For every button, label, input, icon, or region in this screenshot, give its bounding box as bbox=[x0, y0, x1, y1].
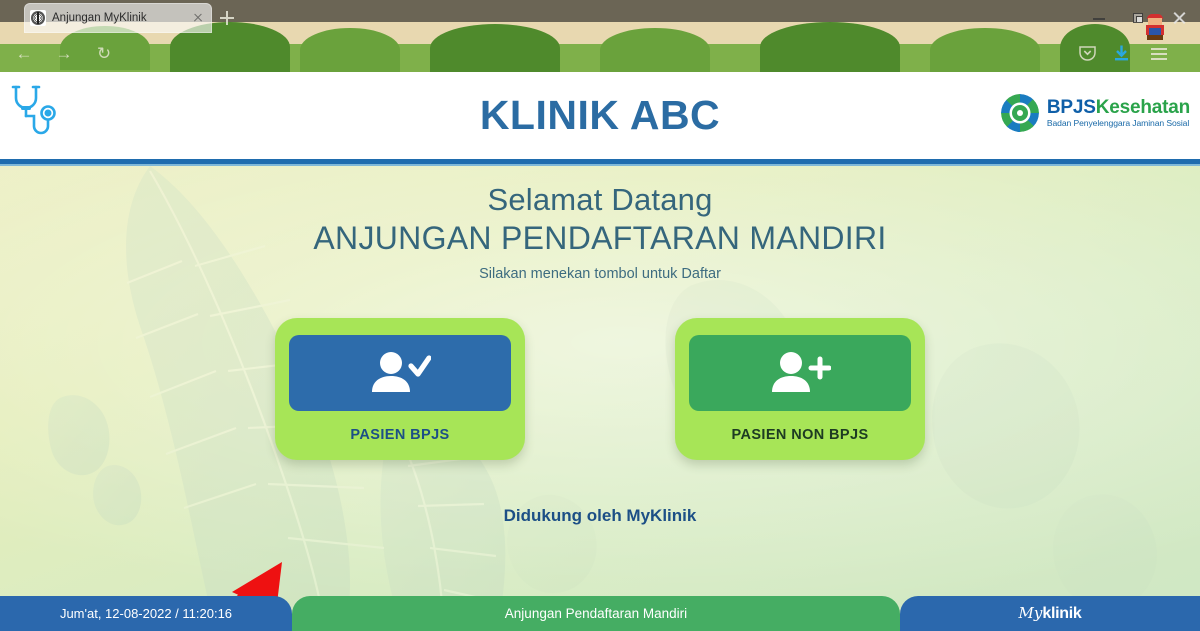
page-viewport: KLINIK ABC BPJSKesehatan Badan Penyeleng… bbox=[0, 72, 1200, 631]
back-glyph: ← bbox=[15, 44, 33, 63]
browser-tab[interactable]: Anjungan MyKlinik bbox=[24, 3, 212, 33]
bpjs-name-primary: BPJS bbox=[1046, 97, 1096, 119]
main-stage: Selamat Datang ANJUNGAN PENDAFTARAN MAND… bbox=[0, 166, 1200, 631]
card-label-bpjs: PASIEN BPJS bbox=[350, 427, 450, 443]
close-window-icon[interactable] bbox=[1170, 10, 1188, 26]
favicon-icon bbox=[30, 10, 46, 26]
myklinik-logo-script: My bbox=[1018, 604, 1043, 622]
footer-center-label: Anjungan Pendaftaran Mandiri bbox=[292, 596, 900, 631]
footer-brand: Myklinik bbox=[900, 596, 1200, 631]
tab-title: Anjungan MyKlinik bbox=[52, 12, 147, 24]
browser-window: Anjungan MyKlinik ← → ↻ KLINIK ABC BPJSK… bbox=[0, 0, 1200, 631]
header-divider bbox=[0, 159, 1200, 166]
registration-cards: PASIEN BPJS PASIEN NON BPJS bbox=[0, 318, 1200, 460]
forward-icon[interactable]: → bbox=[54, 44, 74, 64]
downloads-icon[interactable] bbox=[1112, 44, 1134, 64]
hamburger-menu-icon[interactable] bbox=[1148, 44, 1170, 64]
bpjs-name-secondary: Kesehatan bbox=[1095, 97, 1190, 119]
desktop-background: Anjungan MyKlinik ← → ↻ KLINIK ABC BPJSK… bbox=[0, 0, 1200, 631]
back-icon[interactable]: ← bbox=[14, 44, 34, 64]
card-pasien-bpjs[interactable]: PASIEN BPJS bbox=[275, 318, 525, 460]
bpjs-mark-icon bbox=[1000, 94, 1039, 132]
minimize-icon[interactable] bbox=[1090, 10, 1108, 26]
supported-by-text: Didukung oleh MyKlinik bbox=[503, 506, 697, 525]
card-icon-panel-bpjs[interactable] bbox=[289, 335, 511, 411]
welcome-block: Selamat Datang ANJUNGAN PENDAFTARAN MAND… bbox=[0, 166, 1200, 282]
welcome-line-2: ANJUNGAN PENDAFTARAN MANDIRI bbox=[313, 220, 887, 256]
welcome-line-1: Selamat Datang bbox=[487, 182, 713, 217]
forward-glyph: → bbox=[55, 44, 73, 63]
pocket-icon[interactable] bbox=[1078, 44, 1100, 64]
myklinik-logo: Myklinik bbox=[1019, 604, 1082, 623]
bpjs-tagline: Badan Penyelenggara Jaminan Sosial bbox=[1046, 118, 1190, 129]
stethoscope-icon bbox=[8, 82, 60, 144]
card-icon-panel-non-bpjs[interactable] bbox=[689, 335, 911, 411]
reload-icon[interactable]: ↻ bbox=[94, 44, 114, 64]
user-plus-icon bbox=[772, 352, 831, 392]
reload-glyph: ↻ bbox=[96, 44, 112, 63]
footer-datetime: Jum'at, 12-08-2022 / 11:20:16 bbox=[0, 596, 292, 631]
browser-toolbar: ← → ↻ https://demo.myklinik.id/index.php… bbox=[0, 36, 1200, 102]
bpjs-logo: BPJSKesehatan Badan Penyelenggara Jamina… bbox=[1000, 94, 1190, 132]
page-header: KLINIK ABC BPJSKesehatan Badan Penyeleng… bbox=[0, 72, 1200, 159]
card-pasien-non-bpjs[interactable]: PASIEN NON BPJS bbox=[675, 318, 925, 460]
tab-strip: Anjungan MyKlinik bbox=[0, 0, 1200, 36]
bpjs-name: BPJSKesehatan bbox=[1047, 98, 1190, 117]
page-footer: Jum'at, 12-08-2022 / 11:20:16 Anjungan P… bbox=[0, 596, 1200, 631]
maximize-icon[interactable] bbox=[1130, 10, 1148, 26]
welcome-line-3: Silakan menekan tombol untuk Daftar bbox=[479, 266, 721, 282]
card-label-non-bpjs: PASIEN NON BPJS bbox=[731, 427, 869, 443]
close-tab-icon[interactable] bbox=[190, 10, 206, 26]
myklinik-logo-bold: klinik bbox=[1042, 605, 1082, 622]
user-check-icon bbox=[372, 352, 431, 392]
new-tab-button[interactable] bbox=[218, 9, 236, 27]
